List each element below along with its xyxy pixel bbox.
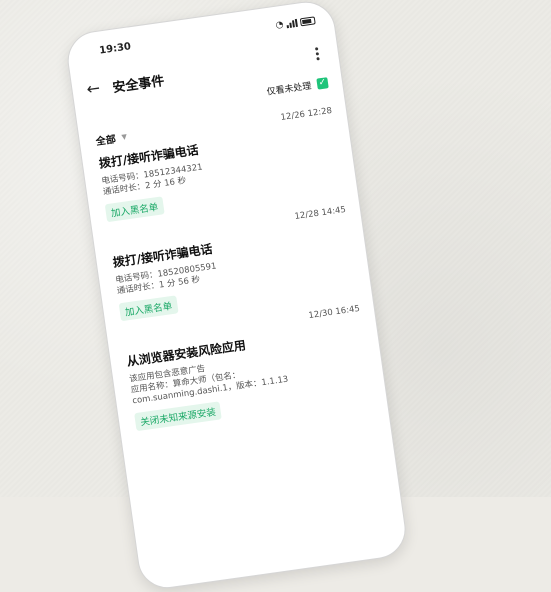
status-icons: ◔ (275, 15, 316, 31)
add-to-blacklist-button[interactable]: 加入黑名单 (104, 196, 165, 223)
back-arrow-icon[interactable]: ← (85, 78, 101, 100)
disable-unknown-sources-button[interactable]: 关闭未知来源安装 (134, 401, 222, 432)
event-time: 12/26 12:28 (280, 105, 333, 123)
page-title: 安全事件 (111, 73, 166, 97)
status-time: 19:30 (98, 41, 132, 57)
wifi-icon: ◔ (275, 19, 285, 31)
event-time: 12/30 16:45 (307, 303, 361, 322)
event-time: 12/28 14:45 (293, 204, 347, 223)
event-card: 12/30 16:45 从浏览器安装风险应用 该应用包含恶意广告 应用名称：算命… (123, 304, 374, 446)
add-to-blacklist-button[interactable]: 加入黑名单 (118, 295, 179, 322)
signal-icon (286, 18, 298, 29)
battery-icon (299, 16, 316, 27)
only-unhandled-checkbox[interactable]: ✓ (316, 77, 329, 90)
more-options-icon[interactable] (314, 47, 321, 62)
only-unhandled-label: 仅看未处理 (266, 81, 313, 98)
event-title: 从浏览器安装风险应用 (125, 338, 247, 369)
only-unhandled-toggle[interactable]: 仅看未处理 ✓ (266, 76, 329, 98)
